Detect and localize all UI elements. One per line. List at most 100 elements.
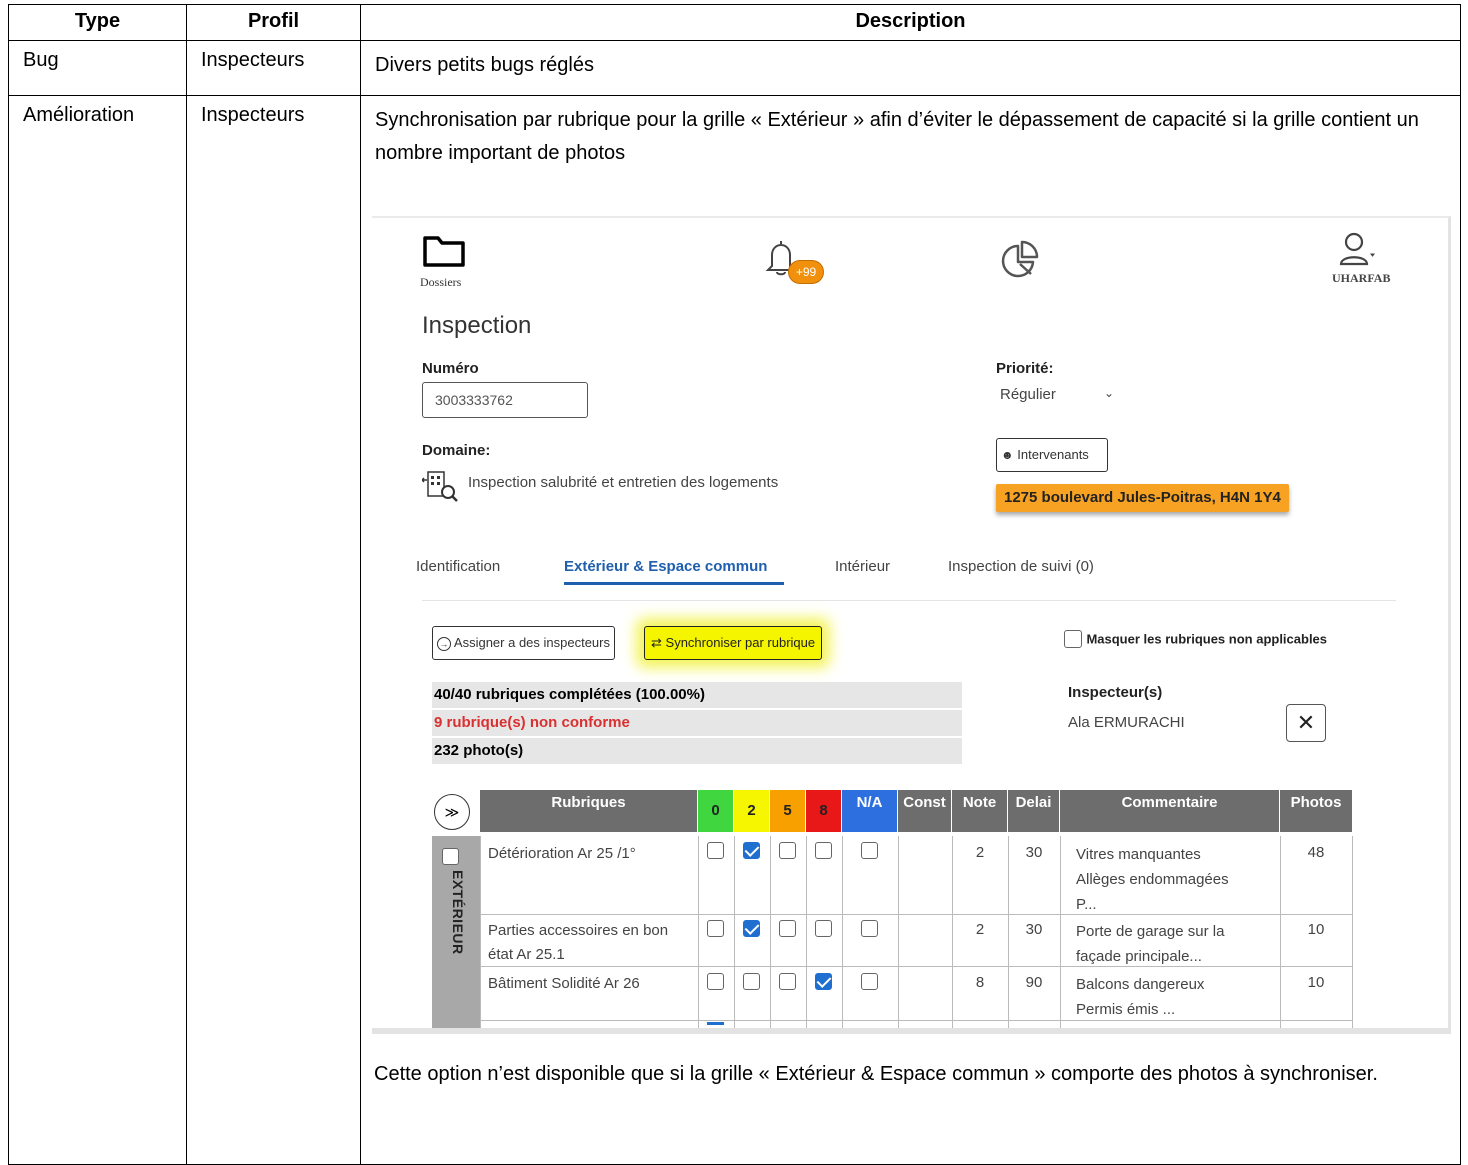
row-profil: Inspecteurs [186,40,361,96]
assign-button[interactable]: → Assigner a des inspecteurs [432,626,615,660]
score-8-checkbox[interactable] [815,973,832,990]
row-commentaire: Porte de garage sur la façade principale… [1076,923,1225,965]
collapse-all-button[interactable]: ≫ [434,794,470,830]
intervenants-button[interactable]: ☻ Intervenants [996,438,1108,472]
nav-dossiers[interactable] [422,234,466,273]
hide-na-toggle[interactable]: Masquer les rubriques non applicables [1064,630,1327,648]
score-0-checkbox[interactable] [707,920,724,937]
nav-stats[interactable] [1000,240,1040,285]
numero-label: Numéro [422,360,479,377]
inspecteur-name: Ala ERMURACHI [1068,714,1185,731]
chevron-down-icon: ⌄ [1104,386,1115,400]
hide-na-checkbox[interactable] [1064,630,1082,648]
col-na: N/A [842,790,898,832]
arrow-circle-icon: → [437,636,451,651]
stat-completed: 40/40 rubriques complétées (100.00%) [432,682,962,708]
next-row-checkbox-peek [707,1022,724,1025]
priorite-label: Priorité: [996,360,1054,377]
col-score-0: 0 [698,790,734,832]
sync-label: Synchroniser par rubrique [665,635,816,650]
sync-by-rubrique-button[interactable]: ⇄ Synchroniser par rubrique [644,626,823,660]
numero-input[interactable]: 3003333762 [422,382,588,418]
col-rubriques: Rubriques [480,790,698,832]
row-note: 8 [975,974,985,991]
notification-badge: +99 [788,260,824,284]
tab-exterieur[interactable]: Extérieur & Espace commun [564,558,767,575]
score-2-checkbox[interactable] [743,973,760,990]
description-footer: Cette option n’est disponible que si la … [374,1063,1378,1085]
user-icon: ☻ [1001,448,1014,462]
score-5-checkbox[interactable] [779,973,796,990]
na-checkbox[interactable] [861,842,878,859]
hide-na-label: Masquer les rubriques non applicables [1086,631,1328,647]
score-0-checkbox[interactable] [707,973,724,990]
col-delai: Delai [1008,790,1060,832]
col-const: Const [898,790,952,832]
domaine-label: Domaine: [422,442,491,459]
row-note: 2 [975,921,985,938]
tabs-divider [422,600,1396,601]
tab-interieur[interactable]: Intérieur [835,558,890,575]
domaine-value: Inspection salubrité et entretien des lo… [468,474,779,491]
chevrons-down-icon: ≫ [444,804,460,820]
row-photos: 48 [1307,844,1325,861]
stat-photos: 232 photo(s) [432,738,962,764]
row-delai: 90 [1025,974,1043,991]
na-checkbox[interactable] [861,920,878,937]
score-2-checkbox[interactable] [743,920,760,937]
priorite-select[interactable]: Régulier ⌄ [1000,386,1114,404]
tab-identification[interactable]: Identification [416,558,500,575]
row-profil: Inspecteurs [186,95,361,1165]
nav-dossiers-label: Dossiers [420,275,462,289]
pie-chart-icon [1001,240,1039,278]
page-title: Inspection [422,312,532,339]
intervenants-label: Intervenants [1017,447,1089,462]
row-commentaire: Balcons dangereux Permis émis ... [1076,976,1205,1018]
section-checkbox[interactable] [442,848,459,865]
address-badge: 1275 boulevard Jules-Poitras, H4N 1Y4 [996,484,1289,512]
header-type: Type [8,4,187,41]
col-score-8: 8 [806,790,842,832]
row-rubrique: Bâtiment Solidité Ar 26 [488,975,640,992]
col-commentaire: Commentaire [1060,790,1280,832]
app-screenshot: Dossiers +99 UHARFAB Inspection Numéro 3… [372,216,1451,1034]
active-tab-indicator [564,582,784,585]
row-commentaire: Vitres manquantes Allèges endommagées P.… [1076,846,1229,913]
section-label: EXTÉRIEUR [450,870,466,955]
nav-user[interactable] [1338,232,1378,273]
remove-inspecteur-button[interactable]: ✕ [1286,704,1326,742]
swap-arrows-icon: ⇄ [651,635,662,650]
assign-label: Assigner a des inspecteurs [453,635,610,650]
row-photos: 10 [1307,974,1325,991]
row-rubrique: Détérioration Ar 25 /1° [488,845,636,862]
folder-icon [423,236,465,267]
header-profil: Profil [186,4,361,41]
row-description: Divers petits bugs réglés [360,40,1461,96]
score-0-checkbox[interactable] [707,842,724,859]
col-note: Note [952,790,1008,832]
row-rubrique: Parties accessoires en bon état Ar 25.1 [488,922,669,963]
col-score-5: 5 [770,790,806,832]
row-description: Synchronisation par rubrique pour la gri… [375,109,1419,164]
na-checkbox[interactable] [861,973,878,990]
row-delai: 30 [1025,844,1043,861]
user-icon [1339,232,1375,266]
score-2-checkbox[interactable] [743,842,760,859]
close-icon: ✕ [1296,710,1316,735]
nav-user-label: UHARFAB [1332,271,1391,285]
score-5-checkbox[interactable] [779,842,796,859]
priorite-value: Régulier [1000,386,1056,403]
col-score-2: 2 [734,790,770,832]
row-type: Bug [8,40,187,96]
score-8-checkbox[interactable] [815,920,832,937]
score-8-checkbox[interactable] [815,842,832,859]
row-note: 2 [975,844,985,861]
table-row: Bug Inspecteurs Divers petits bugs réglé… [8,40,1461,96]
row-type: Amélioration [8,95,187,1165]
building-search-icon [420,468,460,509]
tab-inspection-suivi[interactable]: Inspection de suivi (0) [948,558,1094,575]
header-description: Description [360,4,1461,41]
row-photos: 10 [1307,921,1325,938]
row-delai: 30 [1025,921,1043,938]
score-5-checkbox[interactable] [779,920,796,937]
